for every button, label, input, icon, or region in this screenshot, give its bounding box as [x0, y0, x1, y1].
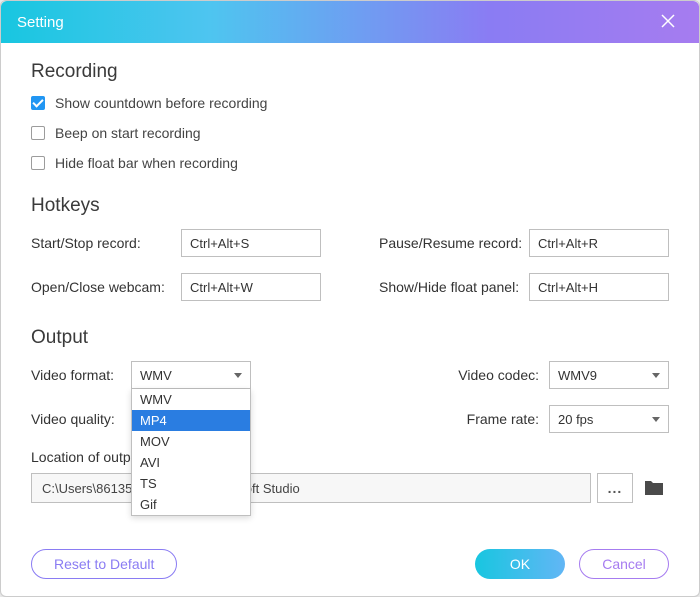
output-path-input[interactable] [31, 473, 591, 503]
beep-checkbox-row[interactable]: Beep on start recording [31, 125, 669, 141]
output-heading: Output [31, 327, 669, 349]
video-codec-selectbox[interactable]: WMV9 [549, 361, 669, 389]
chevron-down-icon [652, 417, 660, 422]
video-format-dropdown: WMV MP4 MOV AVI TS Gif [131, 389, 251, 516]
checkbox-icon[interactable] [31, 96, 45, 110]
content-area: Recording Show countdown before recordin… [1, 43, 699, 532]
format-option-ts[interactable]: TS [132, 473, 250, 494]
open-folder-button[interactable] [639, 473, 669, 503]
reset-button[interactable]: Reset to Default [31, 549, 177, 579]
pause-resume-input[interactable] [529, 229, 669, 257]
frame-rate-select[interactable]: 20 fps [549, 405, 669, 433]
chevron-down-icon [652, 373, 660, 378]
frame-rate-value: 20 fps [558, 412, 593, 427]
hotkeys-heading: Hotkeys [31, 195, 669, 217]
video-format-selectbox[interactable]: WMV [131, 361, 251, 389]
titlebar: Setting [1, 1, 699, 43]
hide-floatbar-checkbox-row[interactable]: Hide float bar when recording [31, 155, 669, 171]
checkbox-icon[interactable] [31, 126, 45, 140]
video-format-select[interactable]: WMV WMV MP4 MOV AVI TS Gif [131, 361, 251, 389]
folder-icon [643, 479, 665, 497]
frame-rate-selectbox[interactable]: 20 fps [549, 405, 669, 433]
video-quality-label: Video quality: [31, 411, 131, 427]
browse-button[interactable]: ... [597, 473, 633, 503]
pause-resume-label: Pause/Resume record: [379, 235, 529, 251]
beep-label: Beep on start recording [55, 125, 201, 141]
video-codec-select[interactable]: WMV9 [549, 361, 669, 389]
chevron-down-icon [234, 373, 242, 378]
window-title: Setting [17, 14, 653, 31]
output-section: Output Video format: WMV WMV MP4 MOV AVI… [31, 327, 669, 503]
format-option-mov[interactable]: MOV [132, 431, 250, 452]
path-row: ... [31, 473, 669, 503]
output-grid: Video format: WMV WMV MP4 MOV AVI TS Gif [31, 361, 669, 433]
open-close-webcam-label: Open/Close webcam: [31, 279, 181, 295]
start-stop-input[interactable] [181, 229, 321, 257]
frame-rate-label: Frame rate: [449, 411, 549, 427]
hotkeys-section: Hotkeys Start/Stop record: Pause/Resume … [31, 195, 669, 301]
close-icon[interactable] [653, 8, 683, 37]
video-codec-value: WMV9 [558, 368, 597, 383]
hotkeys-grid: Start/Stop record: Pause/Resume record: … [31, 229, 669, 301]
settings-window: Setting Recording Show countdown before … [0, 0, 700, 597]
hide-floatbar-label: Hide float bar when recording [55, 155, 238, 171]
video-format-label: Video format: [31, 367, 131, 383]
checkbox-icon[interactable] [31, 156, 45, 170]
countdown-checkbox-row[interactable]: Show countdown before recording [31, 95, 669, 111]
format-option-mp4[interactable]: MP4 [132, 410, 250, 431]
format-option-gif[interactable]: Gif [132, 494, 250, 515]
open-close-webcam-input[interactable] [181, 273, 321, 301]
show-hide-panel-label: Show/Hide float panel: [379, 279, 529, 295]
format-option-wmv[interactable]: WMV [132, 389, 250, 410]
footer: Reset to Default OK Cancel [1, 532, 699, 596]
location-label: Location of output files: [31, 449, 669, 465]
start-stop-label: Start/Stop record: [31, 235, 181, 251]
show-hide-panel-input[interactable] [529, 273, 669, 301]
recording-heading: Recording [31, 61, 669, 83]
ellipsis-icon: ... [608, 480, 623, 496]
countdown-label: Show countdown before recording [55, 95, 267, 111]
video-codec-label: Video codec: [449, 367, 549, 383]
cancel-button[interactable]: Cancel [579, 549, 669, 579]
video-format-value: WMV [140, 368, 172, 383]
ok-button[interactable]: OK [475, 549, 565, 579]
format-option-avi[interactable]: AVI [132, 452, 250, 473]
